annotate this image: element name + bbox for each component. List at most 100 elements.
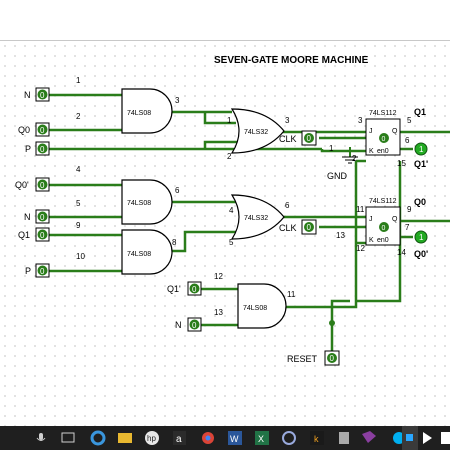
svg-text:0: 0 [307, 134, 312, 143]
pin-label: 2 [76, 112, 81, 121]
pin-label: 3 [358, 116, 363, 125]
pin-label: 12 [214, 272, 223, 281]
and-gate-4[interactable]: 74LS08 [237, 283, 287, 329]
taskbar: hp a W X k [0, 426, 450, 450]
svg-text:0: 0 [192, 285, 197, 294]
and-gate-1[interactable]: 74LS08 [121, 88, 173, 134]
input-p1-label: P [25, 144, 31, 154]
hp-icon[interactable]: hp [145, 431, 159, 445]
amazon-icon[interactable]: a [173, 431, 186, 445]
pin-label: 1 [329, 144, 334, 153]
or-gate-1-label: 74LS32 [244, 129, 268, 136]
pin-label: 14 [397, 248, 406, 257]
flipflop-1-k: K [369, 148, 374, 155]
pin-label: 12 [356, 244, 365, 253]
task-view-icon[interactable] [61, 432, 75, 443]
input-p2[interactable]: 0 P [25, 263, 50, 278]
svg-text:k: k [314, 434, 319, 444]
led-q0n: 1 [414, 230, 428, 244]
svg-text:W: W [230, 434, 239, 444]
svg-text:0: 0 [307, 223, 312, 232]
play-icon[interactable] [423, 432, 432, 444]
pin-label: 11 [287, 290, 296, 299]
clock-input-2-label: CLK [279, 223, 297, 233]
svg-text:0: 0 [40, 145, 45, 154]
flipflop-1-output-label: Q1 [414, 107, 426, 117]
pin-label: 6 [285, 201, 290, 210]
pin-label: 2 [352, 154, 357, 163]
svg-text:0: 0 [40, 213, 45, 222]
excel-icon[interactable]: X [255, 431, 269, 445]
file-explorer-icon[interactable] [118, 433, 132, 443]
input-n2[interactable]: 0 N [24, 209, 50, 224]
clock-input-1-label: CLK [279, 134, 297, 144]
winrar-icon[interactable] [362, 431, 376, 443]
input-q0n-label: Q0' [15, 180, 29, 190]
flipflop-1-chip: 74LS112 [369, 110, 397, 117]
circuit-title: SEVEN-GATE MOORE MACHINE [214, 55, 369, 66]
svg-text:0: 0 [40, 267, 45, 276]
messages-icon[interactable] [441, 432, 450, 444]
pin-label: 6 [175, 186, 180, 195]
input-n3-label: N [175, 320, 182, 330]
and-gate-4-label: 74LS08 [243, 305, 267, 312]
kindle-icon[interactable]: k [310, 431, 324, 445]
pin-label: 9 [76, 221, 81, 230]
pin-label: 7 [405, 223, 410, 232]
led-q1n: 1 [414, 142, 428, 156]
pin-label: 5 [76, 199, 81, 208]
pin-label: 1 [76, 76, 81, 85]
pin-label: 8 [172, 238, 177, 247]
recycle-icon[interactable] [339, 432, 349, 444]
wire-junction [329, 320, 335, 326]
pin-label: 3 [175, 96, 180, 105]
microphone-icon[interactable] [36, 433, 46, 441]
flipflop-1[interactable]: 74LS112 J K Q en0 0 [365, 110, 401, 156]
pin-label: 4 [229, 206, 234, 215]
input-q1n-label: Q1' [167, 284, 181, 294]
input-p1[interactable]: 0 P [25, 141, 50, 156]
and-gate-2-label: 74LS08 [127, 200, 151, 207]
input-q1-label: Q1 [18, 230, 30, 240]
input-n1-label: N [24, 90, 31, 100]
and-gate-1-label: 74LS08 [127, 110, 151, 117]
svg-text:1: 1 [419, 145, 424, 154]
svg-text:0: 0 [382, 225, 386, 232]
flipflop-2-outputn-label: Q0' [414, 249, 428, 259]
chrome-icon[interactable] [202, 432, 214, 444]
pin-label: 9 [407, 205, 412, 214]
and-gate-2[interactable]: 74LS08 [121, 179, 173, 225]
input-n2-label: N [24, 212, 31, 222]
pin-label: 10 [76, 252, 85, 261]
svg-text:a: a [176, 434, 182, 445]
flipflop-2-chip: 74LS112 [369, 198, 397, 205]
pin-label: 1 [227, 116, 232, 125]
flipflop-2-k: K [369, 237, 374, 244]
input-n1[interactable]: 0 N [24, 87, 50, 102]
svg-text:1: 1 [419, 233, 424, 242]
reset-input[interactable]: 0 RESET [287, 350, 340, 366]
flipflop-1-en: en0 [377, 148, 389, 155]
pin-label: 6 [405, 136, 410, 145]
circuit-canvas[interactable]: SEVEN-GATE MOORE MACHINE GND 74LS08 74LS… [0, 40, 450, 427]
flipflop-2-output-label: Q0 [414, 197, 426, 207]
svg-text:0: 0 [40, 231, 45, 240]
svg-text:hp: hp [147, 434, 156, 443]
flipflop-2-q: Q [392, 216, 398, 223]
flipflop-1-j: J [369, 128, 373, 135]
edge-icon[interactable] [90, 430, 106, 446]
input-p2-label: P [25, 266, 31, 276]
pin-label: 5 [407, 116, 412, 125]
pin-label: 3 [285, 116, 290, 125]
svg-text:0: 0 [40, 126, 45, 135]
or-gate-2-label: 74LS32 [244, 215, 268, 222]
media-icon[interactable] [402, 426, 418, 450]
input-n3[interactable]: 0 N [175, 317, 202, 332]
word-icon[interactable]: W [228, 431, 242, 445]
pin-label: 13 [214, 308, 223, 317]
pin-label: 15 [397, 159, 406, 168]
svg-text:0: 0 [40, 91, 45, 100]
svg-text:X: X [258, 434, 264, 444]
and-gate-3[interactable]: 74LS08 [121, 229, 173, 275]
cortana-icon[interactable] [282, 431, 296, 445]
